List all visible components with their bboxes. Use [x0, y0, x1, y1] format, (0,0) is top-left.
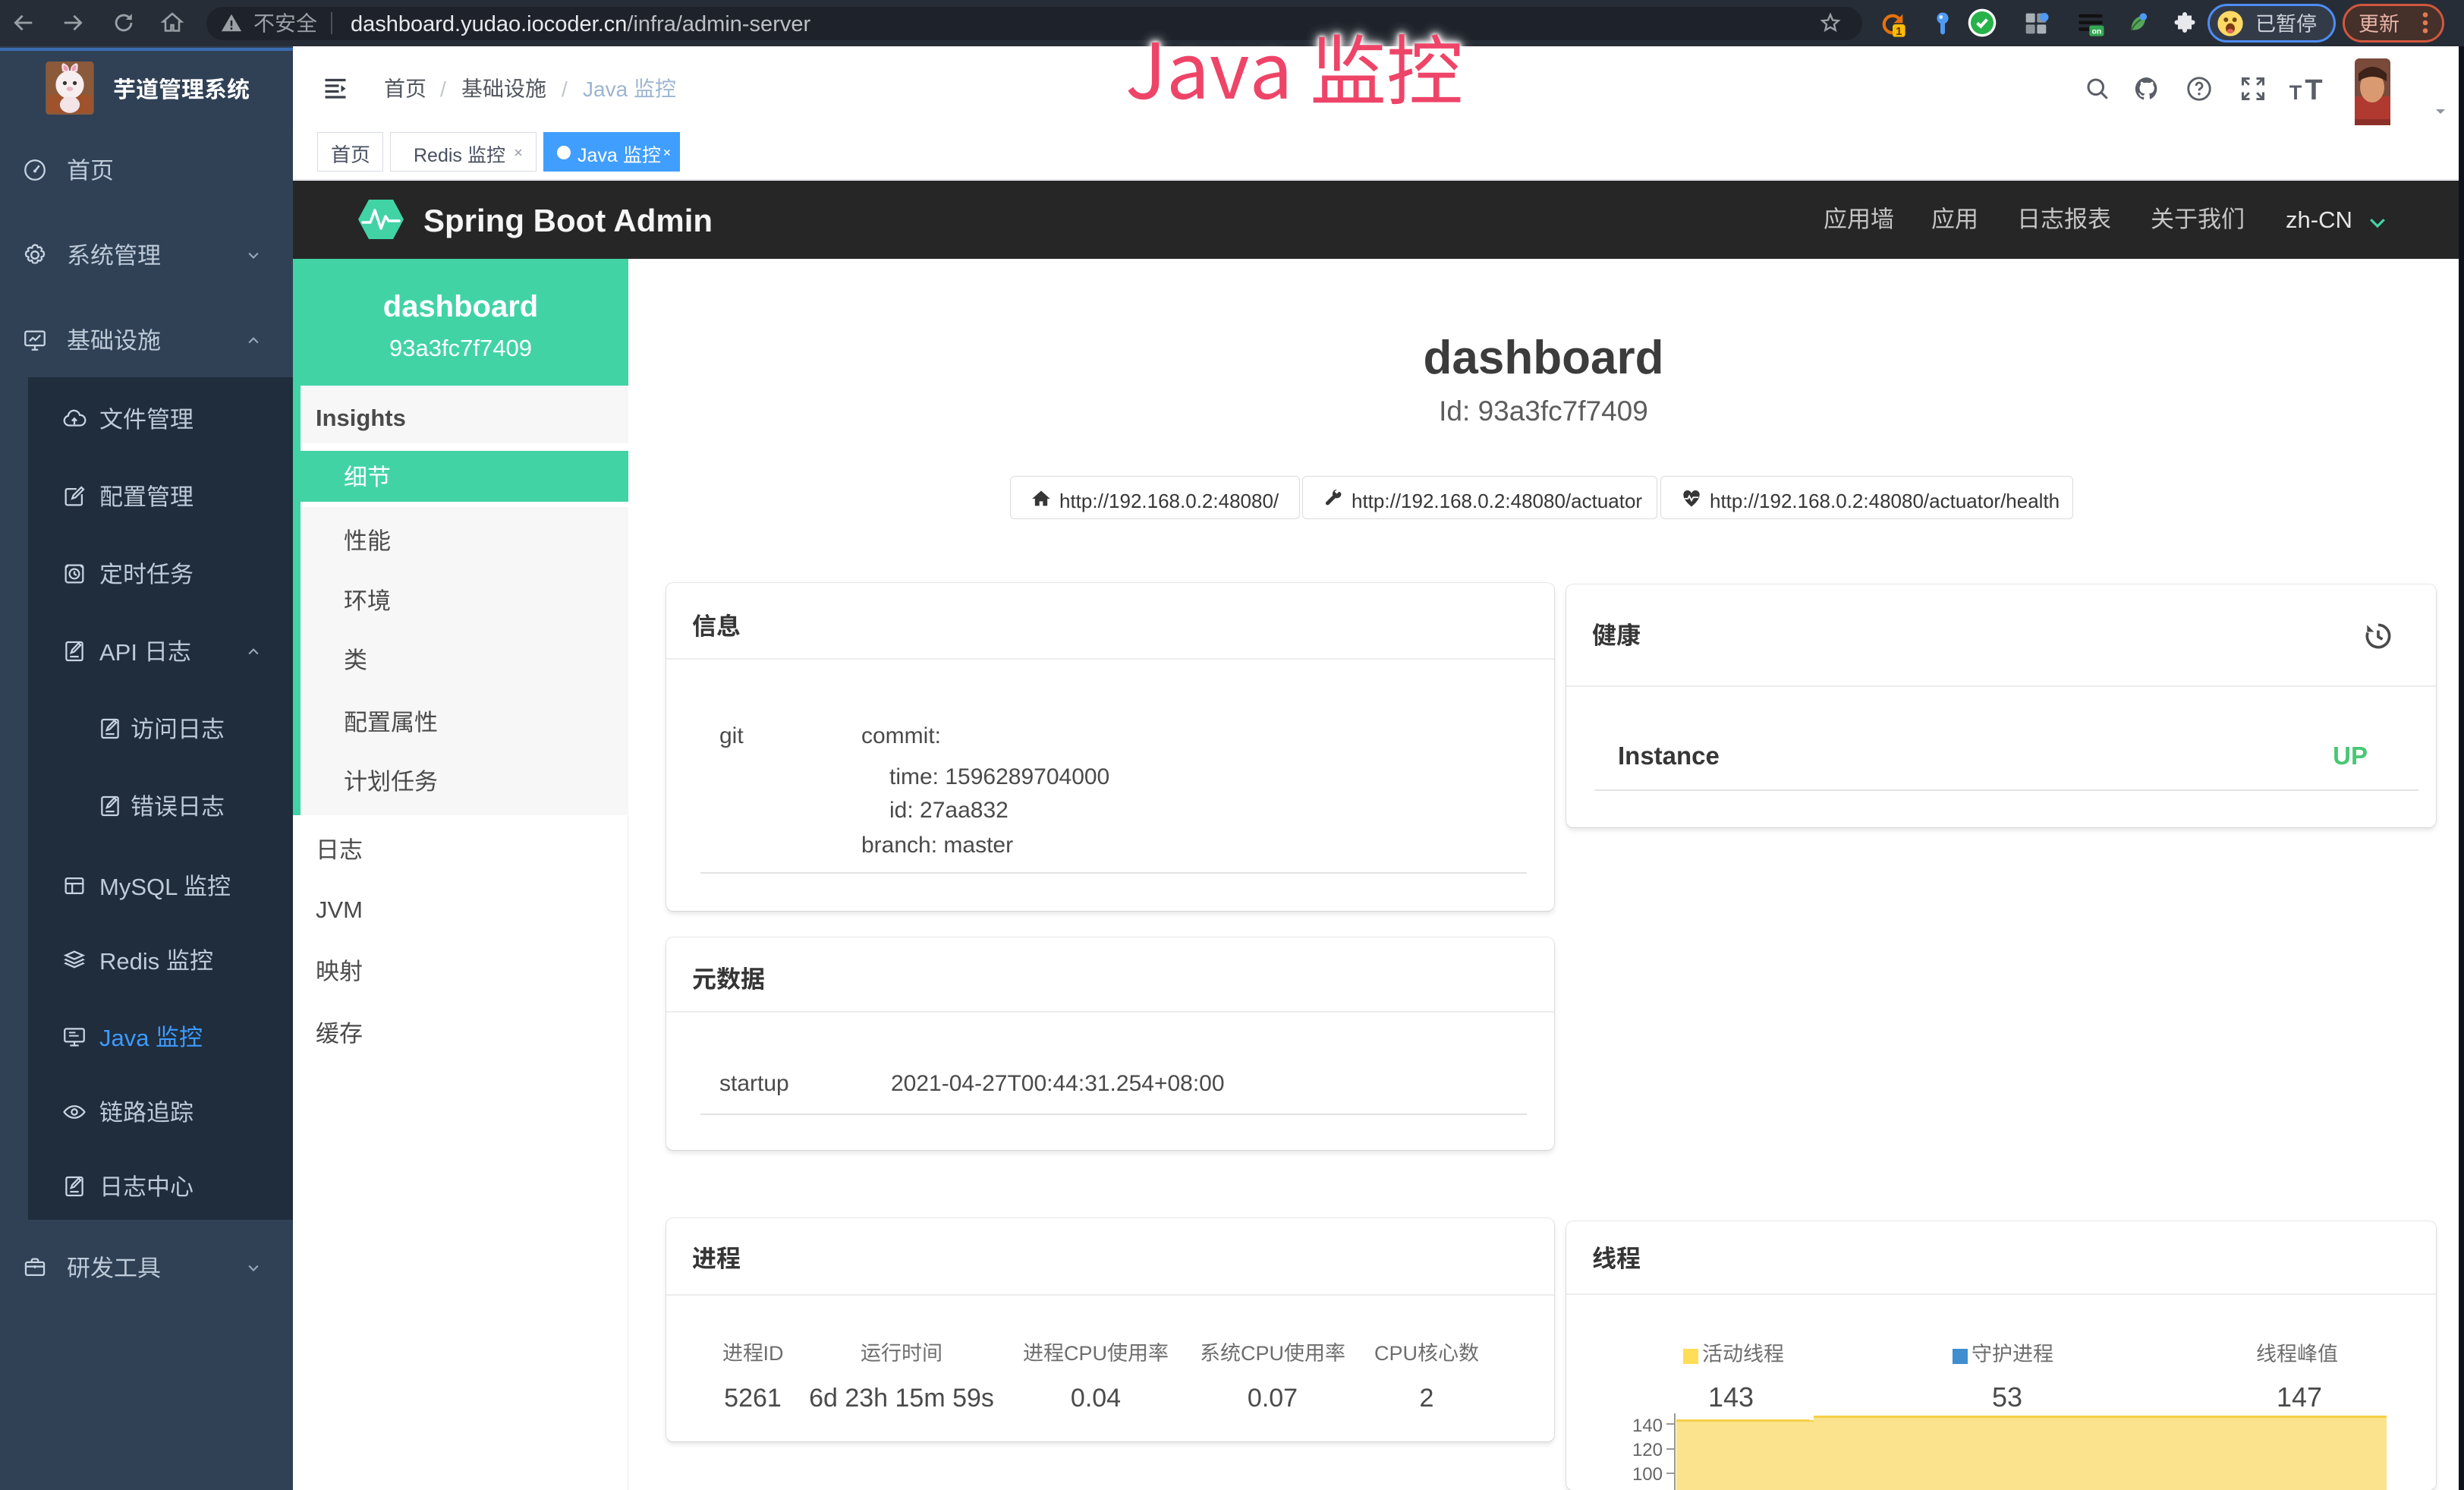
svg-text:1: 1 — [1896, 25, 1902, 38]
svg-text:on: on — [2091, 27, 2101, 36]
